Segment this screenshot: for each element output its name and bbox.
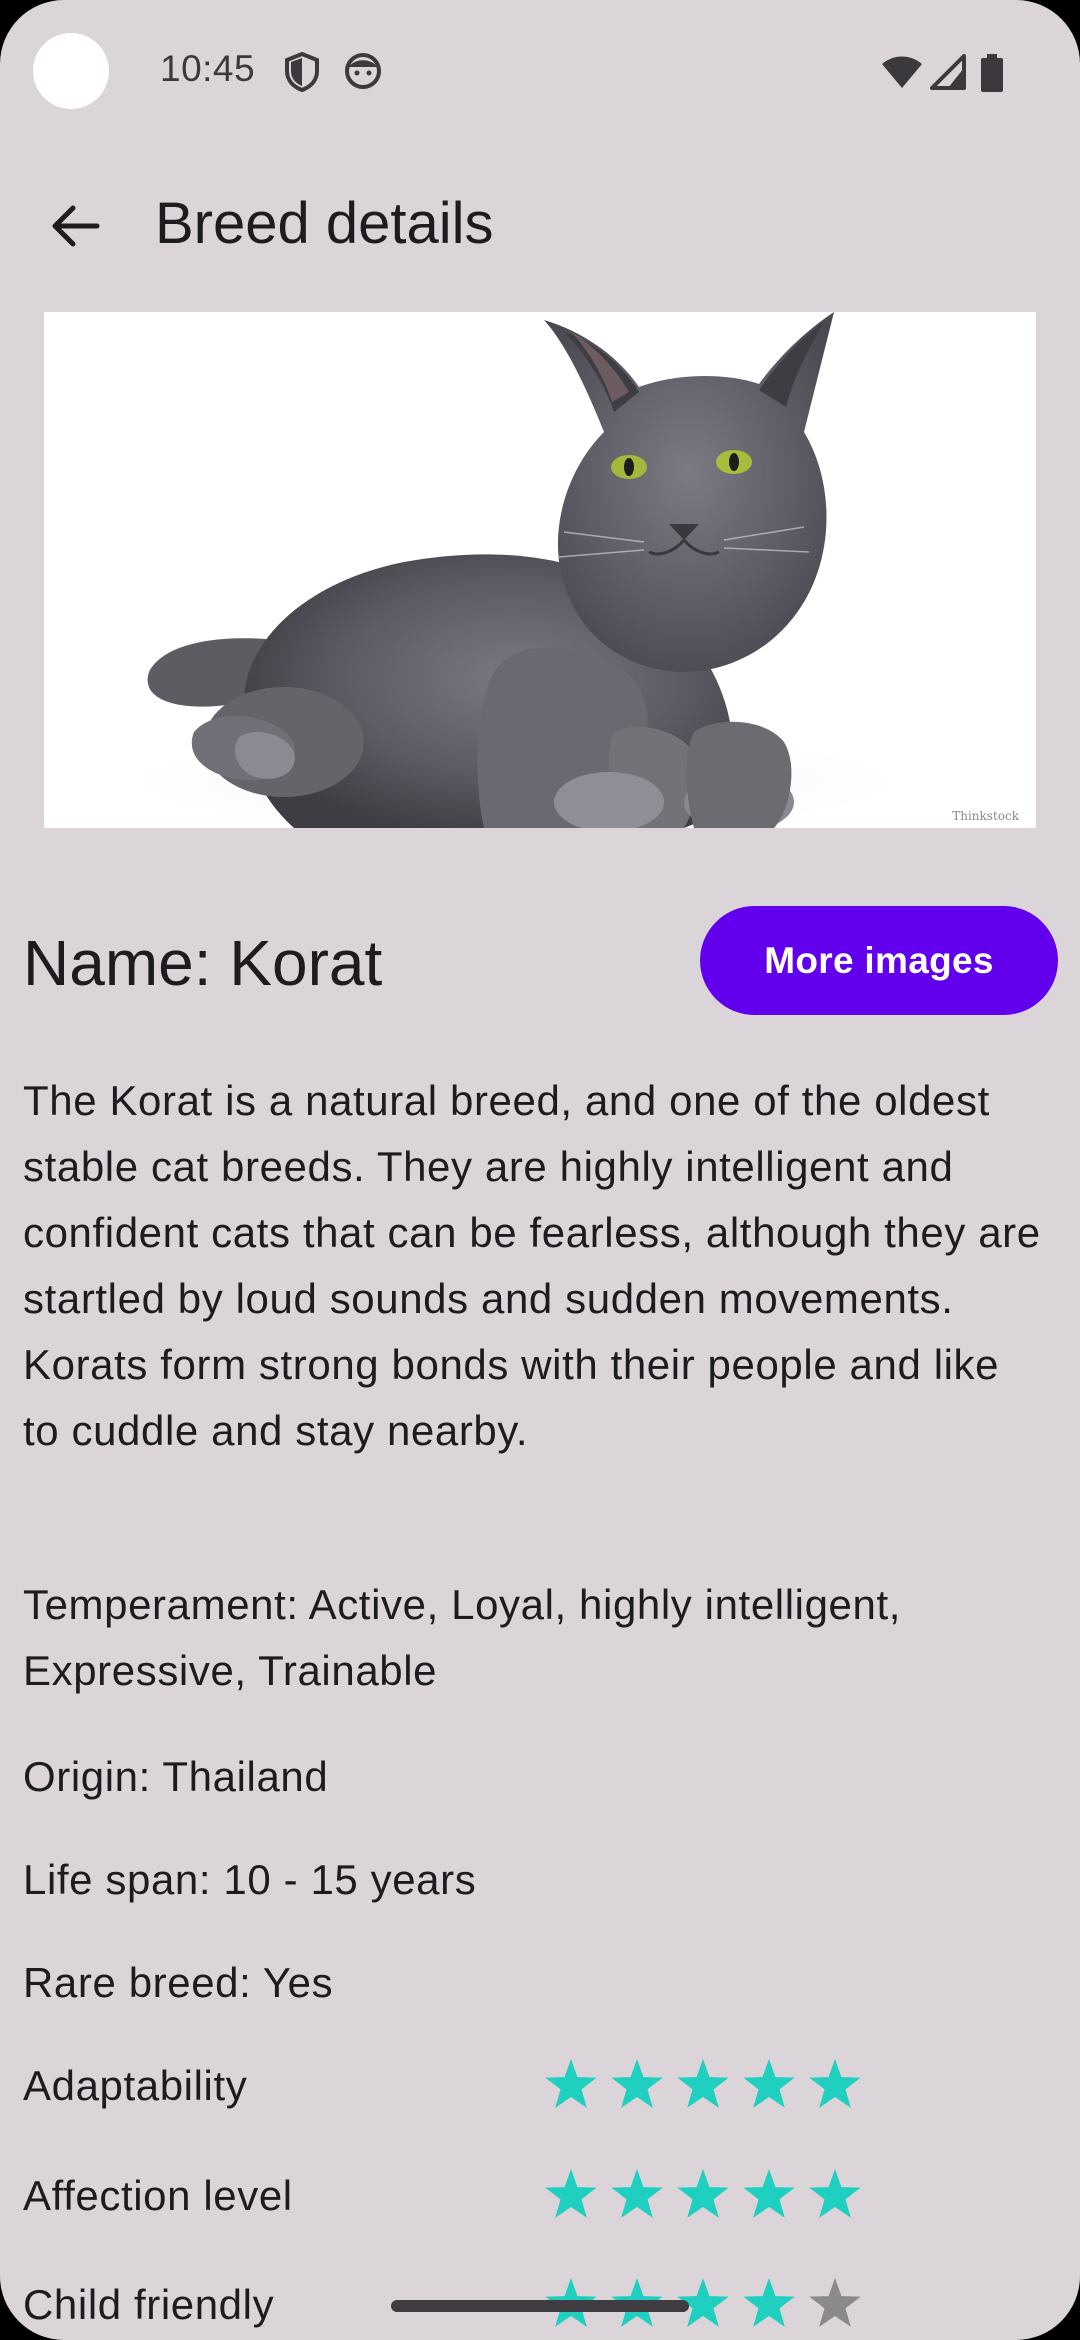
face-icon — [344, 52, 382, 95]
breed-rare: Rare breed: Yes — [23, 1959, 334, 2006]
more-images-button[interactable]: More images — [700, 906, 1058, 1015]
breed-life-span: Life span: 10 - 15 years — [23, 1856, 477, 1903]
battery-icon — [980, 54, 1004, 97]
star-filled-icon — [743, 2059, 795, 2108]
star-rating — [543, 2167, 863, 2223]
screen: 10:45 Breed details Thinkstock Name: Kor… — [0, 0, 1080, 2340]
breed-image: Thinkstock — [44, 312, 1036, 828]
breed-origin: Origin: Thailand — [23, 1753, 329, 1800]
star-empty-icon — [809, 2278, 861, 2327]
star-filled-icon — [545, 2169, 597, 2218]
rating-label: Affection level — [23, 2172, 293, 2219]
breed-temperament: Temperament: Active, Loyal, highly intel… — [23, 1581, 901, 1694]
page-title: Breed details — [155, 191, 494, 256]
signal-icon — [928, 54, 968, 95]
rating-label: Adaptability — [23, 2062, 248, 2109]
star-filled-icon — [743, 2169, 795, 2218]
rating-label: Child friendly — [23, 2281, 275, 2328]
breed-name: Name: Korat — [23, 927, 383, 999]
star-filled-icon — [677, 2059, 729, 2108]
star-filled-icon — [611, 2169, 663, 2218]
star-filled-icon — [809, 2169, 861, 2218]
star-filled-icon — [611, 2059, 663, 2108]
rating-row-affection-level: Affection level — [23, 2163, 1063, 2229]
photo-credit: Thinkstock — [952, 809, 1019, 823]
rating-row-adaptability: Adaptability — [23, 2053, 1063, 2119]
star-filled-icon — [743, 2278, 795, 2327]
status-time: 10:45 — [160, 48, 256, 89]
arrow-back-icon — [52, 205, 100, 247]
star-filled-icon — [677, 2169, 729, 2218]
back-button[interactable] — [36, 186, 116, 266]
camera-cutout — [33, 33, 109, 109]
status-bar: 10:45 — [0, 0, 1080, 140]
app-bar: Breed details — [0, 170, 1080, 280]
star-filled-icon — [809, 2059, 861, 2108]
gesture-navigation-bar[interactable] — [391, 2300, 689, 2312]
breed-description: The Korat is a natural breed, and one of… — [23, 1077, 1041, 1454]
cat-photo: Thinkstock — [94, 312, 1020, 828]
shield-icon — [284, 51, 320, 97]
star-rating — [543, 2057, 863, 2113]
wifi-icon — [880, 54, 924, 95]
star-filled-icon — [545, 2059, 597, 2108]
